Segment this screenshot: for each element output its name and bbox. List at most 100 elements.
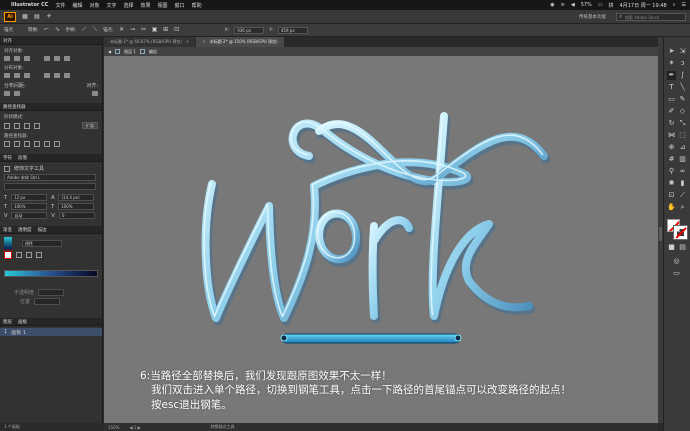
align-panel-tab[interactable]: 对齐 bbox=[0, 37, 102, 45]
draw-mode-icon[interactable]: ◎ bbox=[672, 257, 681, 266]
align-bottom-icon[interactable] bbox=[64, 56, 70, 61]
minus-back-icon[interactable] bbox=[54, 141, 60, 147]
menu-select[interactable]: 选择 bbox=[124, 2, 134, 9]
wifi-icon[interactable]: ≋ bbox=[561, 2, 565, 8]
dist-left-icon[interactable] bbox=[44, 73, 50, 78]
vertical-scale-field[interactable]: 100% bbox=[11, 203, 48, 210]
opacity-field[interactable] bbox=[38, 289, 65, 296]
scale-tool-icon[interactable]: ⤡ bbox=[678, 119, 687, 128]
gradient-tab[interactable]: 渐变 bbox=[3, 227, 12, 233]
symbol-sprayer-tool-icon[interactable]: ✺ bbox=[667, 179, 676, 188]
divide-icon[interactable] bbox=[4, 141, 10, 147]
notification-icon[interactable]: ☰ bbox=[682, 2, 686, 8]
align-top-icon[interactable] bbox=[44, 56, 50, 61]
free-transform-tool-icon[interactable]: ⬚ bbox=[678, 131, 687, 140]
menu-object[interactable]: 对象 bbox=[89, 2, 99, 9]
trim-icon[interactable] bbox=[14, 141, 20, 147]
intersect-icon[interactable] bbox=[24, 122, 30, 129]
gradient-slider[interactable] bbox=[4, 270, 98, 277]
input-method-icon[interactable]: 拼 bbox=[609, 2, 614, 9]
curvature-tool-icon[interactable]: ∫ bbox=[678, 71, 687, 80]
stroke-along-icon[interactable] bbox=[26, 252, 32, 258]
artboard-row[interactable]: 1 画板 1 bbox=[0, 328, 102, 336]
spacing-h-icon[interactable] bbox=[14, 91, 20, 96]
outline-icon[interactable] bbox=[44, 141, 50, 147]
font-style-select[interactable] bbox=[4, 183, 96, 190]
artboard-tool-icon[interactable]: ⊡ bbox=[667, 191, 676, 200]
touch-type-icon[interactable] bbox=[4, 165, 10, 172]
x-field[interactable]: 936 px bbox=[234, 26, 265, 34]
doc-tab-1[interactable]: 未标题-1* @ 66.67% (RGB/GPU 预览) × bbox=[104, 37, 196, 47]
magic-wand-tool-icon[interactable]: ✶ bbox=[667, 59, 676, 68]
volume-icon[interactable]: ◀ bbox=[571, 2, 575, 8]
transform-icon[interactable]: ⊡ bbox=[174, 27, 180, 33]
back-arrow-icon[interactable]: ◀ bbox=[108, 49, 111, 54]
line-tool-icon[interactable]: ╲ bbox=[678, 83, 687, 92]
show-handles-icon[interactable]: ⟋ bbox=[81, 27, 87, 33]
pencil-tool-icon[interactable]: ✐ bbox=[667, 107, 676, 116]
shape-builder-tool-icon[interactable]: ⊕ bbox=[667, 143, 676, 152]
menu-file[interactable]: 文件 bbox=[55, 2, 65, 9]
gradient-swatch[interactable] bbox=[4, 237, 12, 249]
artboards-tab[interactable]: 画板 bbox=[18, 319, 27, 325]
align-right-icon[interactable] bbox=[24, 56, 30, 61]
slice-tool-icon[interactable]: ⟋ bbox=[678, 191, 687, 200]
isolate-icon[interactable]: ▣ bbox=[152, 27, 158, 33]
kerning-field[interactable]: 自动 bbox=[11, 212, 48, 219]
transparency-tab[interactable]: 透明度 bbox=[18, 227, 32, 233]
leading-field[interactable]: (14.4 px) bbox=[58, 194, 95, 201]
breadcrumb-group[interactable]: 编组 bbox=[149, 49, 157, 55]
align-hcenter-icon[interactable] bbox=[14, 56, 20, 61]
font-family-select[interactable]: Adobe 宋体 Std L bbox=[4, 174, 96, 181]
type-tool-icon[interactable]: T bbox=[667, 83, 676, 92]
direct-selection-tool-icon[interactable]: ⇲ bbox=[678, 47, 687, 56]
workspace-switcher[interactable]: 传统基本功能 bbox=[579, 14, 606, 20]
work-lettering[interactable] bbox=[201, 112, 551, 326]
zoom-tool-icon[interactable]: ⌕ bbox=[678, 203, 687, 212]
battery-percent[interactable]: 57% bbox=[581, 2, 592, 8]
touch-type-label[interactable]: 修饰文字工具 bbox=[14, 165, 44, 172]
stroke-gradient-icon[interactable] bbox=[16, 252, 22, 258]
menu-effect[interactable]: 效果 bbox=[141, 2, 151, 9]
lasso-tool-icon[interactable]: ↄ bbox=[678, 59, 687, 68]
dist-bottom-icon[interactable] bbox=[24, 73, 30, 78]
gradient-mode-icon[interactable]: ▤ bbox=[678, 243, 687, 252]
cut-path-icon[interactable]: ✂ bbox=[141, 27, 147, 33]
dist-vcenter-icon[interactable] bbox=[14, 73, 20, 78]
graph-tool-icon[interactable]: ▮ bbox=[678, 179, 687, 188]
scrollbar-thumb[interactable] bbox=[659, 227, 662, 241]
stroke-tab[interactable]: 描边 bbox=[38, 227, 47, 233]
stock-search-input[interactable]: 搜索 Adobe Stock bbox=[616, 12, 686, 21]
close-icon[interactable]: × bbox=[186, 37, 189, 47]
arrange-documents-icon[interactable]: ▤ bbox=[34, 13, 40, 20]
clock[interactable]: 4月17日 周一 19:48 bbox=[620, 2, 667, 9]
paragraph-tab[interactable]: 段落 bbox=[18, 155, 27, 161]
minus-front-icon[interactable] bbox=[14, 122, 20, 129]
menu-view[interactable]: 视图 bbox=[158, 2, 168, 9]
expand-button[interactable]: 扩展 bbox=[82, 122, 98, 129]
convert-smooth-icon[interactable]: ∿ bbox=[55, 27, 61, 33]
fill-stroke-mini-icon[interactable] bbox=[4, 251, 12, 259]
convert-corner-icon[interactable]: ⌐ bbox=[44, 27, 50, 33]
breadcrumb-layer[interactable]: 图层 1 bbox=[124, 49, 136, 55]
y-field[interactable]: 459 px bbox=[277, 26, 308, 34]
align-vcenter-icon[interactable] bbox=[54, 56, 60, 61]
bridge-icon[interactable]: ▦ bbox=[22, 13, 28, 20]
stroke-swatch-icon[interactable] bbox=[673, 225, 688, 240]
spacing-v-icon[interactable] bbox=[4, 91, 10, 96]
close-icon[interactable]: × bbox=[202, 37, 205, 47]
selection-tool-icon[interactable]: ➤ bbox=[667, 47, 676, 56]
pathfinder-panel-tab[interactable]: 路径查找器 bbox=[0, 103, 102, 111]
color-mode-icon[interactable]: ■ bbox=[667, 243, 676, 252]
menu-app-name[interactable]: Illustrator CC bbox=[11, 2, 48, 8]
menu-window[interactable]: 窗口 bbox=[175, 2, 185, 9]
artboard-nav-icon[interactable]: ◀ 1 ▶ bbox=[129, 425, 140, 430]
remove-anchor-icon[interactable]: ✕ bbox=[119, 27, 125, 33]
hand-tool-icon[interactable]: ✋ bbox=[667, 203, 676, 212]
spotlight-icon[interactable]: ⌕ bbox=[673, 2, 676, 8]
pen-tool-icon[interactable]: ✒ bbox=[667, 71, 676, 80]
dist-hcenter-icon[interactable] bbox=[54, 73, 60, 78]
gpu-performance-icon[interactable]: ✈ bbox=[46, 13, 52, 20]
menu-edit[interactable]: 编辑 bbox=[72, 2, 82, 9]
position-field[interactable] bbox=[34, 298, 61, 305]
